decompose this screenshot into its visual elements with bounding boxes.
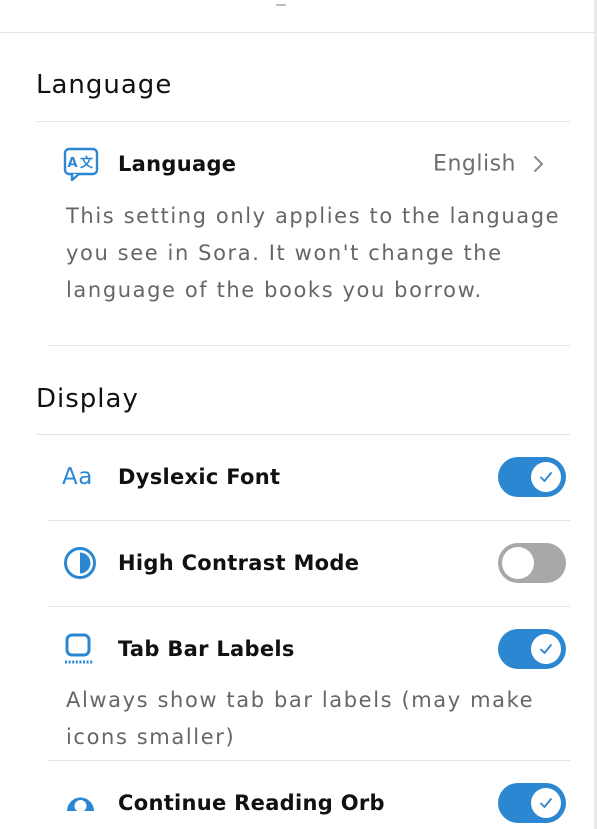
contrast-icon bbox=[62, 545, 102, 581]
divider bbox=[48, 760, 570, 761]
divider bbox=[48, 345, 570, 346]
drag-handle[interactable] bbox=[276, 4, 286, 6]
font-aa-icon-glyph: Aa bbox=[62, 464, 93, 490]
toggle-knob bbox=[531, 462, 561, 492]
continue-reading-orb-label: Continue Reading Orb bbox=[118, 791, 385, 815]
divider bbox=[36, 434, 570, 435]
divider bbox=[48, 606, 570, 607]
tab-bar-labels-row[interactable]: Tab Bar Labels bbox=[48, 624, 570, 674]
checkmark-icon bbox=[540, 644, 552, 654]
toggle-knob bbox=[502, 547, 534, 579]
language-label: Language bbox=[118, 152, 237, 176]
dyslexic-font-label: Dyslexic Font bbox=[118, 465, 281, 489]
chevron-right-icon bbox=[532, 154, 546, 174]
translate-icon: A 文 bbox=[62, 146, 102, 182]
tab-bar-labels-toggle[interactable] bbox=[498, 629, 566, 669]
display-section-title: Display bbox=[36, 384, 139, 414]
continue-reading-orb-row[interactable]: Continue Reading Orb bbox=[48, 778, 570, 828]
checkmark-icon bbox=[540, 472, 552, 482]
continue-reading-orb-toggle[interactable] bbox=[498, 783, 566, 823]
tab-bar-labels-icon bbox=[62, 631, 102, 667]
font-aa-icon: Aa bbox=[62, 459, 102, 495]
toggle-knob bbox=[531, 788, 561, 818]
high-contrast-row[interactable]: High Contrast Mode bbox=[48, 538, 570, 588]
language-description: This setting only applies to the languag… bbox=[66, 204, 561, 302]
svg-text:A: A bbox=[68, 156, 78, 171]
divider bbox=[48, 520, 570, 521]
language-row[interactable]: A 文 Language English bbox=[48, 139, 570, 189]
top-bar bbox=[0, 0, 597, 33]
high-contrast-label: High Contrast Mode bbox=[118, 551, 360, 575]
language-value: English bbox=[433, 151, 516, 177]
tab-bar-labels-description: Always show tab bar labels (may make ico… bbox=[66, 688, 535, 749]
tab-bar-labels-label: Tab Bar Labels bbox=[118, 637, 295, 661]
orb-icon bbox=[62, 785, 102, 821]
svg-text:文: 文 bbox=[80, 155, 94, 171]
high-contrast-toggle[interactable] bbox=[498, 543, 566, 583]
checkmark-icon bbox=[540, 798, 552, 808]
divider bbox=[36, 121, 570, 122]
settings-page: Language A 文 Language English This setti… bbox=[0, 0, 597, 829]
toggle-knob bbox=[531, 634, 561, 664]
language-section-title: Language bbox=[36, 70, 173, 100]
dyslexic-font-row[interactable]: Aa Dyslexic Font bbox=[48, 452, 570, 502]
dyslexic-font-toggle[interactable] bbox=[498, 457, 566, 497]
